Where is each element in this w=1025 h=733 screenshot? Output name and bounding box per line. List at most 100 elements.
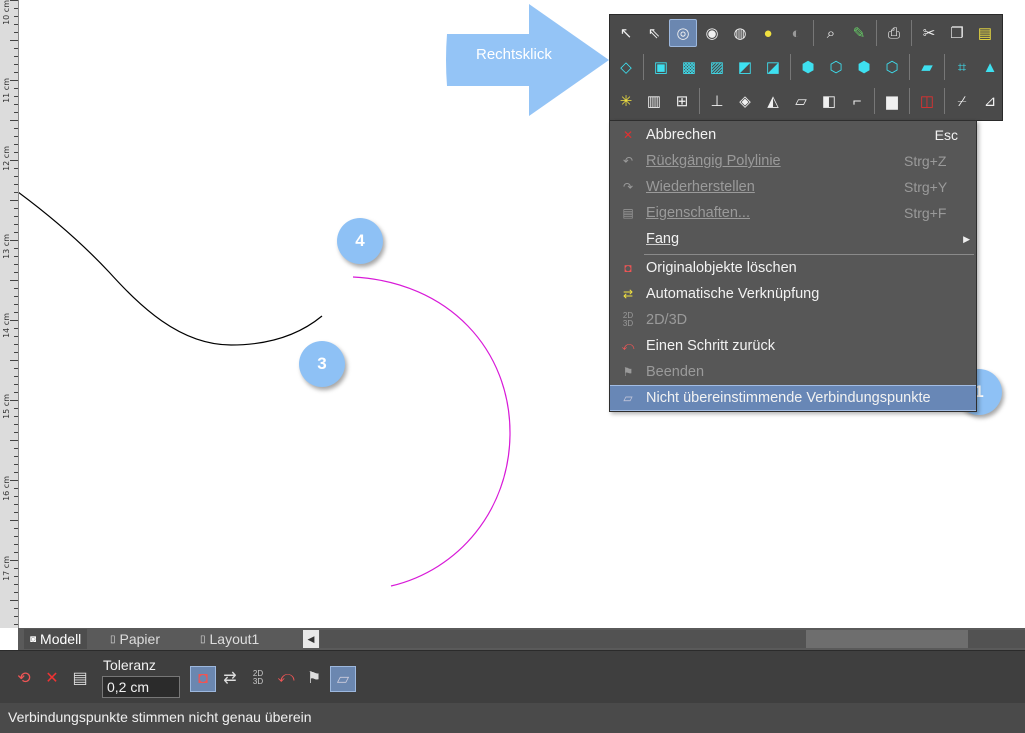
layer-stack-icon[interactable]: ◎ <box>669 19 697 47</box>
axis-icon[interactable]: ⊥ <box>704 88 730 114</box>
ruler-tick <box>10 200 18 201</box>
delete-original-icon[interactable]: ◘ <box>190 666 216 692</box>
cube-iso-icon[interactable]: ◪ <box>760 54 786 80</box>
scrollbar-thumb[interactable] <box>806 630 968 648</box>
submenu-arrow-icon: ▶ <box>963 233 970 244</box>
ruler-tick <box>14 448 18 449</box>
ruler-tick <box>14 56 18 57</box>
cube-top-icon[interactable]: ▩ <box>676 54 702 80</box>
tab-modell[interactable]: ◙ Modell <box>24 629 88 649</box>
brush-icon[interactable]: ✎ <box>846 20 872 46</box>
magnet-icon[interactable]: ⟲ <box>12 666 36 690</box>
ruler-tick <box>10 240 18 241</box>
icon-text: 3D <box>622 319 634 328</box>
ruler-tick <box>14 208 18 209</box>
shape-icon[interactable]: ▱ <box>788 88 814 114</box>
pointer-pen-icon[interactable]: ⇖ <box>641 20 667 46</box>
layer-up-icon[interactable]: ◉ <box>699 20 725 46</box>
cube-side-icon[interactable]: ▨ <box>704 54 730 80</box>
line-icon[interactable]: ⌿ <box>949 88 975 114</box>
arc-curve[interactable] <box>352 276 511 587</box>
tab-layout1[interactable]: ▯ Layout1 <box>194 629 265 649</box>
2d3d-icon[interactable]: 2D 3D <box>246 666 270 690</box>
menu-item-auto-link[interactable]: ⇄ Automatische Verknüpfung <box>610 281 976 307</box>
pointer-icon[interactable]: ↖ <box>613 20 639 46</box>
ruler-tick <box>14 344 18 345</box>
zoom-icon[interactable]: ⌕ <box>818 20 844 46</box>
ruler-tick <box>14 32 18 33</box>
menu-item-mismatch-points[interactable]: ▱ Nicht übereinstimmende Verbindungspunk… <box>610 385 976 411</box>
paste-icon[interactable]: ▤ <box>972 20 998 46</box>
toolbar-separator <box>643 54 644 80</box>
steps-icon[interactable]: ⌐ <box>844 88 870 114</box>
copy-icon[interactable]: ❐ <box>944 20 970 46</box>
box-view-1-icon[interactable]: ⬢ <box>795 54 821 80</box>
toolbar-separator <box>944 54 945 80</box>
polyline-curve[interactable] <box>19 191 323 346</box>
tab-papier[interactable]: ▯ Papier <box>104 629 166 649</box>
table-icon[interactable]: ▥ <box>641 88 667 114</box>
menu-item-label: Beenden <box>646 364 705 380</box>
box-view-4-icon[interactable]: ⬡ <box>879 54 905 80</box>
extrude-icon[interactable]: ▲ <box>977 54 1003 80</box>
menu-item-undo-polyline[interactable]: ↶ Rückgängig Polylinie Strg+Z <box>610 148 976 174</box>
auto-link-icon[interactable]: ⇄ <box>218 666 242 690</box>
ruler-tick <box>14 368 18 369</box>
menu-item-abbrechen[interactable]: ✕ Abbrechen Esc <box>610 122 976 148</box>
mismatch-points-icon: ▱ <box>623 391 633 405</box>
scroll-left-button[interactable]: ◀ <box>303 630 319 648</box>
menu-item-step-back[interactable]: ⤺ Einen Schritt zurück <box>610 333 976 359</box>
auto-link-icon: ⇄ <box>622 287 634 301</box>
toolbar-separator <box>790 54 791 80</box>
box-view-2-icon[interactable]: ⬡ <box>823 54 849 80</box>
properties-icon[interactable]: ▤ <box>68 666 92 690</box>
finish-flag-icon[interactable]: ⚑ <box>302 666 326 690</box>
wedge-icon[interactable]: ◭ <box>760 88 786 114</box>
layer-hide-icon[interactable]: ◐ <box>783 20 809 46</box>
printer-icon[interactable]: ⎙ <box>881 20 907 46</box>
step-back-icon[interactable]: ⤺ <box>274 666 298 690</box>
layer-color-icon[interactable]: ● <box>755 20 781 46</box>
menu-item-redo[interactable]: ↷ Wiederherstellen Strg+Y <box>610 174 976 200</box>
spark-icon[interactable]: ✳ <box>613 88 639 114</box>
ruler-tick <box>14 352 18 353</box>
flat-plane-icon[interactable]: ▰ <box>914 54 940 80</box>
menu-item-finish[interactable]: ⚑ Beenden <box>610 359 976 385</box>
ruler-tick <box>14 16 18 17</box>
menu-item-delete-originals[interactable]: ◘ Originalobjekte löschen <box>610 255 976 281</box>
mismatch-points-icon[interactable]: ▱ <box>330 666 356 692</box>
ruler-tick <box>14 224 18 225</box>
ruler-tick <box>14 272 18 273</box>
cube-front-icon[interactable]: ▣ <box>648 54 674 80</box>
tab-label: Papier <box>119 631 160 647</box>
layer-down-icon[interactable]: ◍ <box>727 20 753 46</box>
ruler-tick <box>14 576 18 577</box>
box-view-3-icon[interactable]: ⬢ <box>851 54 877 80</box>
ruler-tick <box>14 168 18 169</box>
toolbar-separator <box>699 88 700 114</box>
ruler-tick <box>14 584 18 585</box>
ruler-tick <box>14 624 18 625</box>
toolbar-separator <box>874 88 875 114</box>
ruler-tick <box>14 616 18 617</box>
menu-item-fang[interactable]: Fang ▶ <box>610 226 976 252</box>
ruler-tick <box>14 192 18 193</box>
plane-icon[interactable]: ◇ <box>613 54 639 80</box>
grid-icon[interactable]: ⊞ <box>669 88 695 114</box>
cube-right-icon[interactable]: ◩ <box>732 54 758 80</box>
menu-item-label: Originalobjekte löschen <box>646 260 797 276</box>
menu-item-label: 2D/3D <box>646 312 688 328</box>
snap-icon[interactable]: ⌗ <box>949 54 975 80</box>
target-icon[interactable]: ◈ <box>732 88 758 114</box>
block-icon[interactable]: ▆ <box>879 88 905 114</box>
offset-icon[interactable]: ⊿ <box>977 88 1003 114</box>
menu-item-2d3d[interactable]: 2D 3D 2D/3D <box>610 307 976 333</box>
fold-icon[interactable]: ◧ <box>816 88 842 114</box>
scissors-icon[interactable]: ✂ <box>916 20 942 46</box>
cut-icon[interactable]: ◫ <box>914 88 940 114</box>
cancel-icon[interactable]: ✕ <box>40 666 64 690</box>
menu-item-properties[interactable]: ▤ Eigenschaften... Strg+F <box>610 200 976 226</box>
ruler-tick <box>14 536 18 537</box>
tolerance-input[interactable] <box>102 676 180 698</box>
ruler-tick <box>10 40 18 41</box>
